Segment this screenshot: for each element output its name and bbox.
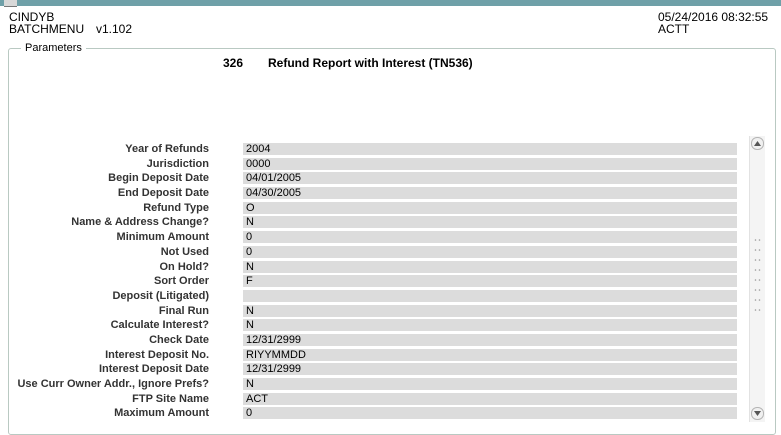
parameter-field[interactable]: 0000 [243,157,737,170]
parameter-field[interactable]: N [243,378,737,390]
parameter-row: Maximum Amount 0 [0,406,760,421]
parameter-field[interactable]: 0 [243,407,737,420]
parameter-field[interactable]: O [243,201,737,214]
vertical-scrollbar[interactable] [749,136,765,422]
parameter-label: Minimum Amount [116,231,209,244]
parameter-field[interactable]: N [243,216,737,229]
parameter-field[interactable]: 2004 [243,143,737,155]
scroll-grip-icon[interactable] [754,236,761,316]
parameter-field[interactable]: ACT [243,392,737,405]
app-name: BATCHMENU [9,22,85,36]
parameter-label: Year of Refunds [125,143,209,155]
parameter-field[interactable]: F [243,275,737,288]
parameter-row: Use Curr Owner Addr., Ignore Prefs? N [0,377,760,392]
parameter-field[interactable]: N [243,319,737,332]
parameter-row: Check Date 12/31/2999 [0,333,760,348]
parameter-label: Name & Address Change? [71,216,209,229]
parameter-row: Not Used 0 [0,245,760,260]
parameter-row: Interest Deposit No. RIYYMMDD [0,348,760,363]
parameter-field[interactable]: 04/30/2005 [243,187,737,200]
parameter-row: Refund Type O [0,201,760,216]
parameter-label: End Deposit Date [117,187,209,200]
parameter-label: Not Used [160,245,209,258]
parameter-field[interactable]: 0 [243,231,737,244]
chevron-up-icon [754,141,761,146]
parameter-label: Interest Deposit Date [98,363,209,376]
parameter-field[interactable]: 04/01/2005 [243,172,737,185]
parameter-row: End Deposit Date 04/30/2005 [0,186,760,201]
parameter-label: Refund Type [143,201,209,214]
parameter-row: Begin Deposit Date 04/01/2005 [0,171,760,186]
parameter-row: Minimum Amount 0 [0,230,760,245]
parameter-field[interactable]: 0 [243,245,737,258]
parameter-row: Final Run N [0,304,760,319]
parameter-label: Check Date [149,333,209,346]
system-name: ACTT [658,22,690,36]
parameter-row: Sort Order F [0,274,760,289]
parameter-list: Year of Refunds 2004 Jurisdiction 0000 Begin… [0,142,760,421]
parameter-row: On Hold? N [0,260,760,275]
parameter-field[interactable]: 12/31/2999 [243,333,737,346]
parameter-row: Deposit (Litigated) [0,289,760,304]
report-title: Refund Report with Interest (TN536) [268,56,473,70]
parameter-field[interactable]: 12/31/2999 [243,363,737,376]
scroll-down-button[interactable] [751,407,764,420]
parameter-label: On Hold? [159,260,210,273]
parameter-label: Maximum Amount [114,407,209,420]
parameter-field[interactable] [243,289,737,302]
parameter-row: Name & Address Change? N [0,215,760,230]
parameter-row: Calculate Interest? N [0,318,760,333]
parameter-field[interactable]: N [243,304,737,317]
scroll-up-button[interactable] [751,137,764,150]
parameter-label: Begin Deposit Date [108,172,209,185]
parameter-label: Use Curr Owner Addr., Ignore Prefs? [17,378,209,390]
parameter-label: Sort Order [153,275,209,288]
app-version: v1.102 [96,22,133,36]
report-number: 326 [223,56,244,70]
parameter-label: Interest Deposit No. [105,348,209,361]
parameters-legend: Parameters [21,42,86,54]
app-icon [4,0,17,7]
parameter-row: Interest Deposit Date 12/31/2999 [0,362,760,377]
parameter-field[interactable]: N [243,260,737,273]
parameter-row: FTP Site Name ACT [0,392,760,407]
parameter-row: Jurisdiction 0000 [0,157,760,172]
parameter-label: Final Run [158,304,209,317]
parameter-field[interactable]: RIYYMMDD [243,348,737,361]
parameter-label: Calculate Interest? [110,319,209,332]
window-titlebar [0,0,781,6]
parameter-row: Year of Refunds 2004 [0,142,760,157]
parameter-label: FTP Site Name [132,392,209,405]
parameter-label: Jurisdiction [146,157,209,170]
chevron-down-icon [754,411,761,416]
parameter-label: Deposit (Litigated) [112,289,209,302]
